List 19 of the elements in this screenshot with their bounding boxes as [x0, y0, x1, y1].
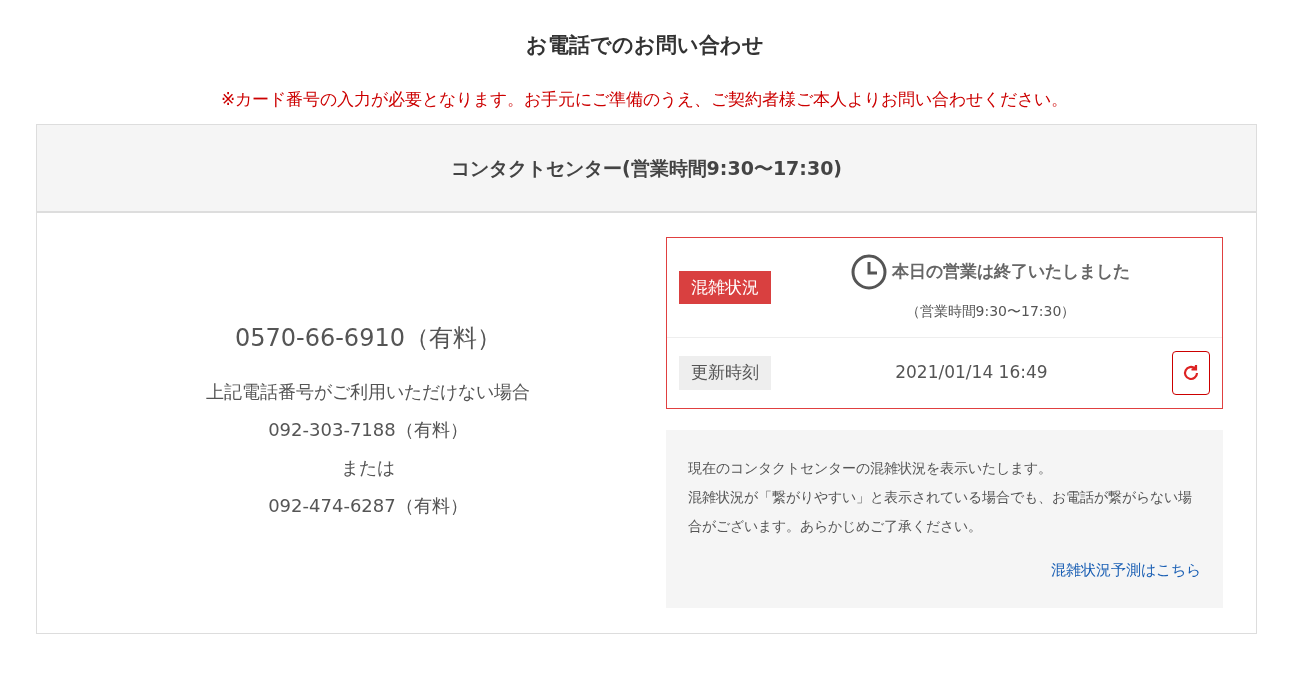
alternative-text: または	[340, 456, 395, 480]
clock-icon	[850, 253, 889, 291]
updated-label: 更新時刻	[678, 356, 771, 390]
updated-time: 2021/01/14 16:49	[894, 361, 1049, 385]
refresh-button[interactable]	[1172, 351, 1210, 395]
forecast-link[interactable]: 混雑状況予測はこちら	[1051, 559, 1201, 582]
info-text: 混雑状況が「繋がりやすい」と表示されている場合でも、お電話が繋がらない場合がございます。あらかじめご了承ください。	[687, 488, 1193, 536]
notice-text: ※カード番号の入力が必要となります。お手元にご準備のうえ、ご契約者様ご本人よりお問い合わせください。	[219, 88, 1070, 111]
main-phone-number: 0570-66-6910（有料）	[234, 323, 501, 354]
status-label: 混雑状況	[678, 270, 771, 305]
page-title: お電話でのお問い合わせ	[524, 32, 765, 59]
refresh-icon	[1181, 363, 1201, 383]
alternative-text: 092-303-7188（有料）	[268, 418, 468, 442]
info-text: 現在のコンタクトセンターの混雑状況を表示いたします。	[687, 459, 1053, 478]
status-hours: （営業時間9:30〜17:30）	[905, 302, 1076, 321]
status-message: 本日の営業は終了いたしました	[892, 260, 1131, 284]
card-header-title: コンタクトセンター(営業時間9:30〜17:30)	[450, 155, 843, 181]
alternative-text: 092-474-6287（有料）	[268, 494, 468, 518]
alternative-text: 上記電話番号がご利用いただけない場合	[205, 380, 530, 404]
